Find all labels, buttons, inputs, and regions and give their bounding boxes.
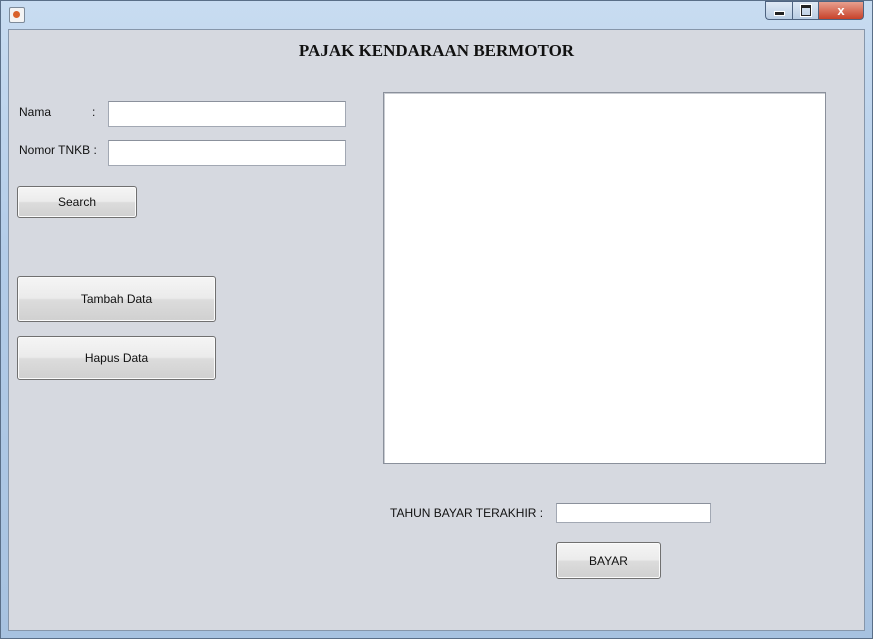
nomor-tnkb-label: Nomor TNKB : xyxy=(19,143,97,157)
maximize-icon xyxy=(800,5,811,16)
nomor-tnkb-input[interactable] xyxy=(108,140,346,166)
nama-input[interactable] xyxy=(108,101,346,127)
search-button[interactable]: Search xyxy=(17,186,137,218)
java-app-icon[interactable] xyxy=(9,7,25,23)
minimize-icon xyxy=(773,11,785,16)
tahun-bayar-label: TAHUN BAYAR TERAKHIR : xyxy=(390,506,544,520)
window-controls: x xyxy=(765,1,864,20)
close-button[interactable]: x xyxy=(818,1,864,20)
maximize-button[interactable] xyxy=(792,1,818,20)
close-icon: x xyxy=(837,3,845,18)
app-window: x PAJAK KENDARAAN BERMOTOR Nama : Nomor … xyxy=(0,0,873,639)
title-bar[interactable]: x xyxy=(1,1,872,27)
output-text-area[interactable] xyxy=(383,92,826,464)
nama-colon: : xyxy=(92,105,96,119)
tahun-bayar-input[interactable] xyxy=(556,503,711,523)
page-title: PAJAK KENDARAAN BERMOTOR xyxy=(298,41,575,60)
hapus-data-button[interactable]: Hapus Data xyxy=(17,336,216,380)
main-panel: PAJAK KENDARAAN BERMOTOR Nama : Nomor TN… xyxy=(8,29,865,631)
tambah-data-button[interactable]: Tambah Data xyxy=(17,276,216,322)
minimize-button[interactable] xyxy=(765,1,792,20)
nama-label: Nama xyxy=(19,105,52,119)
bayar-button[interactable]: BAYAR xyxy=(556,542,661,579)
